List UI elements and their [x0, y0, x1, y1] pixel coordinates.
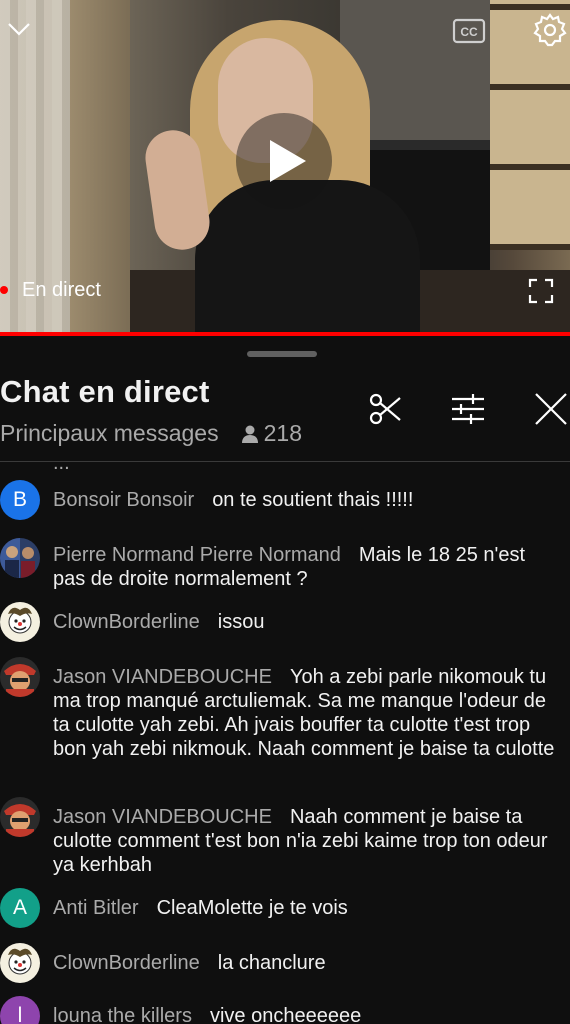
- message-text: issou: [217, 611, 265, 633]
- chat-title: Chat en direct: [0, 374, 210, 409]
- fullscreen-icon: [528, 278, 554, 304]
- message-body: Bonsoir Bonsoir on te soutient thais !!!!…: [53, 488, 558, 512]
- message-body: Anti Bitler CleaMolette je te vois: [53, 896, 558, 920]
- live-chat-panel: Chat en direct Principaux messages 218 .…: [0, 336, 570, 1024]
- clip-button[interactable]: [368, 392, 402, 426]
- avatar-image: [0, 602, 40, 642]
- avatar[interactable]: B: [0, 480, 40, 520]
- person-icon: [241, 425, 258, 443]
- author-name[interactable]: Anti Bitler: [53, 897, 139, 919]
- message-text: on te soutient thais !!!!!: [212, 489, 414, 511]
- avatar-image: [0, 657, 40, 697]
- message-body: Jason VIANDEBOUCHE Yoh a zebi parle nikom…: [53, 665, 558, 761]
- author-name[interactable]: Jason VIANDEBOUCHE: [53, 666, 272, 688]
- chat-mode-selector[interactable]: Principaux messages 218: [0, 420, 302, 447]
- avatar[interactable]: l: [0, 996, 40, 1024]
- closed-captions-icon: CC: [452, 18, 486, 44]
- author-name[interactable]: Jason VIANDEBOUCHE: [53, 806, 272, 828]
- author-name[interactable]: ClownBorderline: [53, 952, 200, 974]
- avatar[interactable]: [0, 657, 40, 697]
- avatar[interactable]: [0, 943, 40, 983]
- message-body: Jason VIANDEBOUCHE Naah comment je baise …: [53, 805, 558, 877]
- avatar-image: [0, 943, 40, 983]
- partial-message: ...: [53, 462, 70, 474]
- chat-message-list[interactable]: ... B Bonsoir Bonsoir on te soutient thai…: [0, 462, 570, 1024]
- avatar[interactable]: [0, 797, 40, 837]
- message-text: vive oncheeeeee: [209, 1005, 362, 1024]
- avatar-letter: B: [12, 488, 27, 511]
- avatar[interactable]: A: [0, 888, 40, 928]
- video-player[interactable]: CC En direct: [0, 0, 570, 336]
- minimize-player-button[interactable]: [4, 14, 34, 44]
- close-icon: [535, 393, 567, 425]
- message-body: ClownBorderline issou: [53, 610, 558, 634]
- author-name[interactable]: Bonsoir Bonsoir: [53, 489, 194, 511]
- avatar-image: [0, 797, 40, 837]
- message-body: louna the killers vive oncheeeeee: [53, 1004, 558, 1024]
- fullscreen-button[interactable]: [528, 278, 554, 304]
- message-body: Pierre Normand Pierre Normand Mais le 18 …: [53, 543, 558, 591]
- message-text: la chanclure: [217, 952, 326, 974]
- filter-sliders-icon: [452, 394, 484, 424]
- live-indicator[interactable]: En direct: [0, 277, 101, 303]
- viewer-count-value: 218: [263, 420, 302, 446]
- live-dot-icon: [0, 286, 8, 294]
- message-text: CleaMolette je te vois: [156, 897, 348, 919]
- chat-mode-label: Principaux messages: [0, 420, 219, 446]
- svg-text:CC: CC: [460, 25, 478, 39]
- play-icon: [270, 140, 306, 182]
- captions-button[interactable]: CC: [452, 16, 486, 46]
- live-label: En direct: [22, 278, 101, 301]
- message-body: ClownBorderline la chanclure: [53, 951, 558, 975]
- avatar[interactable]: [0, 538, 40, 578]
- play-button[interactable]: [236, 113, 332, 209]
- settings-button[interactable]: [532, 12, 568, 48]
- scissors-icon: [369, 393, 401, 425]
- avatar-letter: l: [17, 1004, 23, 1024]
- avatar-image: [0, 538, 40, 578]
- video-person-body: [195, 180, 420, 336]
- author-name[interactable]: Pierre Normand Pierre Normand: [53, 544, 341, 566]
- author-name[interactable]: louna the killers: [53, 1005, 192, 1024]
- close-chat-button[interactable]: [534, 392, 568, 426]
- avatar[interactable]: [0, 602, 40, 642]
- viewer-count: 218: [241, 420, 302, 447]
- author-name[interactable]: ClownBorderline: [53, 611, 200, 633]
- settings-gear-icon: [533, 13, 567, 47]
- chat-filter-button[interactable]: [451, 392, 485, 426]
- chevron-down-icon: [8, 23, 30, 36]
- drag-handle[interactable]: [247, 351, 317, 357]
- avatar-letter: A: [12, 896, 27, 919]
